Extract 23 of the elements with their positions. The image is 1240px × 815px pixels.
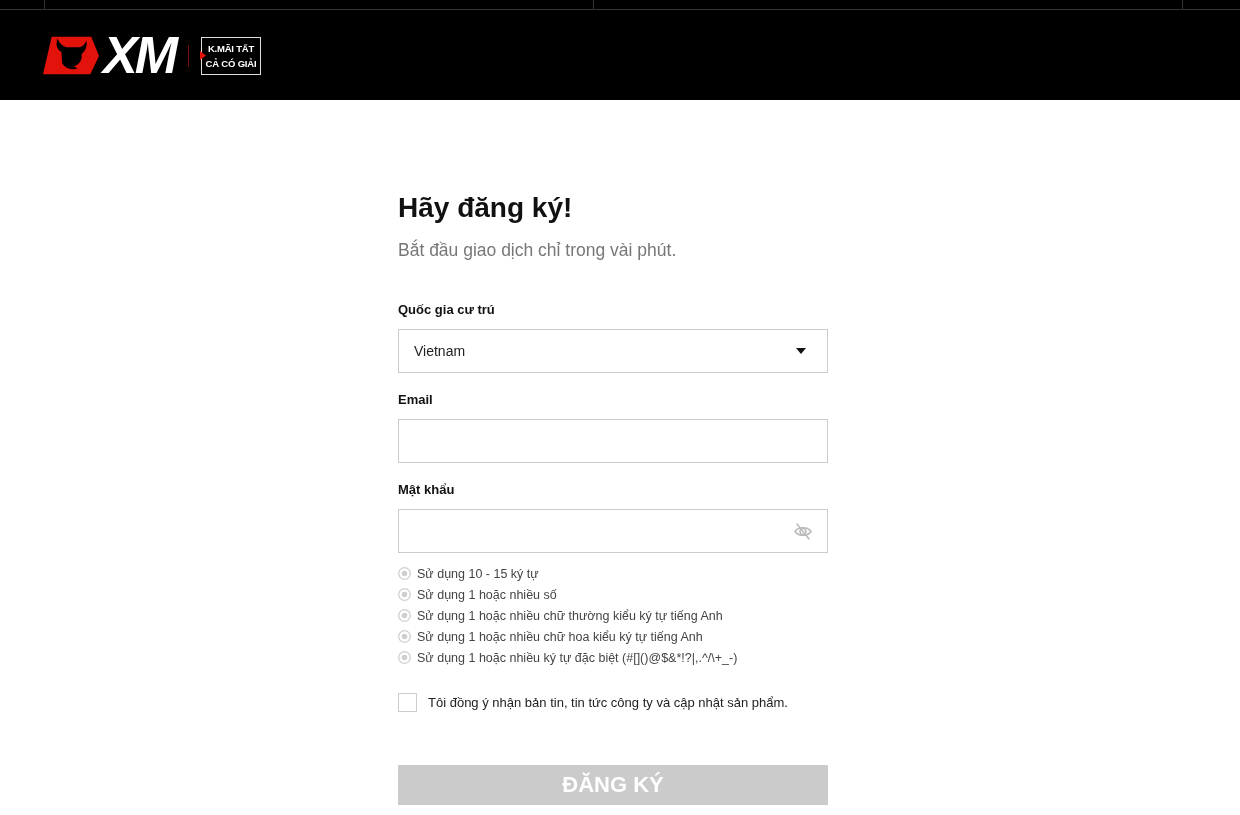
promo-text: K.MÃI TẤT: [207, 41, 255, 56]
field-label: Mật khẩu: [398, 481, 456, 499]
field-label: Quốc gia cư trú: [398, 301, 496, 319]
newsletter-checkbox[interactable]: [398, 693, 417, 712]
field-label: Email: [398, 391, 434, 409]
triangle-marker-icon: [200, 50, 206, 60]
bull-emblem-icon[interactable]: [43, 36, 99, 75]
newsletter-label: Tôi đồng ý nhận bản tin, tin tức công ty và cập nhật sản phẩm.: [428, 695, 788, 710]
page-subtitle: Bắt đầu giao dịch chỉ trong vài phút.: [398, 238, 678, 262]
password-rule-text: Sử dụng 1 hoặc nhiều chữ thường kiểu ký tự tiếng Anh: [417, 608, 723, 623]
promo-badge[interactable]: K.MÃI TẤT CẢ CÓ GIẢI: [201, 36, 261, 75]
eye-slash-icon[interactable]: [794, 522, 812, 540]
promo-text: CẢ CÓ GIẢI: [205, 56, 257, 71]
caret-down-icon: [796, 348, 806, 354]
password-rule-text: Sử dụng 1 hoặc nhiều chữ hoa kiểu ký tự tiếng Anh: [417, 629, 703, 644]
password-rule-text: Sử dụng 1 hoặc nhiều ký tự đặc biệt (#[]()@$&*!?|,.^/\+_-): [417, 650, 738, 665]
email-field[interactable]: [398, 419, 828, 463]
page-title: Hãy đăng ký!: [398, 191, 574, 225]
logo-wordmark[interactable]: XM: [103, 36, 178, 75]
password-rule-text: Sử dụng 1 hoặc nhiều số: [417, 587, 557, 602]
password-field[interactable]: [398, 509, 828, 553]
country-select[interactable]: Vietnam: [398, 329, 828, 373]
password-rule-text: Sử dụng 10 - 15 ký tự: [417, 566, 539, 581]
